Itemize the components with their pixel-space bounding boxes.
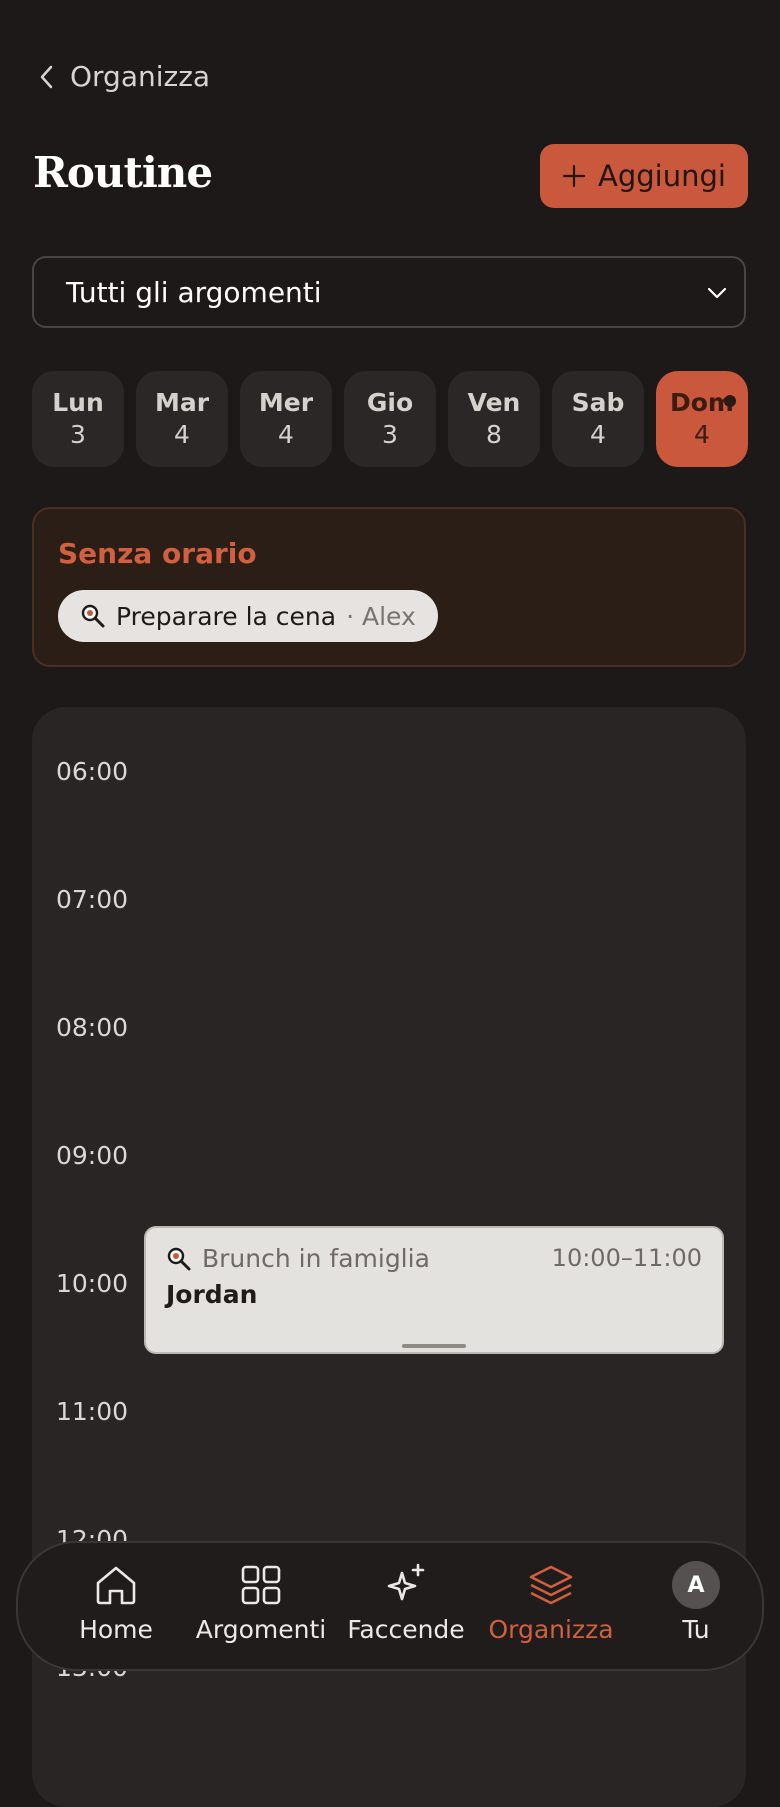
nav-home-label: Home <box>79 1615 153 1644</box>
untimed-section: Senza orario Preparare la cena · Alex <box>32 507 746 667</box>
day-tab-ven[interactable]: Ven 8 <box>448 371 540 467</box>
today-dot <box>724 395 736 407</box>
event-title: Brunch in famiglia <box>202 1244 430 1273</box>
hour-label: 11:00 <box>56 1397 129 1426</box>
nav-organize[interactable]: Organizza <box>481 1561 621 1644</box>
nav-organize-label: Organizza <box>488 1615 614 1644</box>
topic-filter-select[interactable]: Tutti gli argomenti <box>32 256 746 328</box>
day-name: Lun <box>52 388 104 417</box>
day-count: 4 <box>278 420 294 449</box>
bottom-nav: Home Argomenti Faccende Organizza A Tu <box>16 1541 764 1671</box>
add-button-label: Aggiungi <box>598 159 726 193</box>
day-name: Mar <box>154 388 210 417</box>
resize-handle[interactable] <box>402 1344 466 1348</box>
nav-home[interactable]: Home <box>46 1561 186 1644</box>
nav-topics[interactable]: Argomenti <box>191 1561 331 1644</box>
event-time: 10:00–11:00 <box>551 1244 702 1272</box>
hour-label: 06:00 <box>56 757 129 786</box>
back-link[interactable]: Organizza <box>38 60 210 93</box>
event-card[interactable]: Brunch in famiglia 10:00–11:00 Jordan <box>144 1226 724 1354</box>
day-count: 8 <box>486 420 502 449</box>
event-person: Jordan <box>166 1280 258 1309</box>
task-name: Preparare la cena <box>116 601 337 631</box>
day-tab-gio[interactable]: Gio 3 <box>344 371 436 467</box>
day-name: Ven <box>467 388 521 417</box>
layers-icon <box>529 1565 573 1605</box>
day-count: 3 <box>70 420 86 449</box>
sparkles-icon <box>387 1563 425 1601</box>
hour-label: 07:00 <box>56 885 129 914</box>
day-count: 3 <box>382 420 398 449</box>
day-count: 4 <box>590 420 606 449</box>
day-name: Mer <box>258 388 314 417</box>
day-name: Gio <box>366 388 414 417</box>
hour-label: 09:00 <box>56 1141 129 1170</box>
task-assignee: · Alex <box>346 601 416 631</box>
nav-topics-label: Argomenti <box>195 1615 327 1644</box>
event-title-row: Brunch in famiglia <box>166 1244 430 1273</box>
plus-icon <box>562 164 586 188</box>
untimed-task-chip[interactable]: Preparare la cena · Alex <box>58 590 438 642</box>
day-name: Sab <box>571 388 625 417</box>
nav-you-label: Tu <box>682 1615 710 1644</box>
day-tab-lun[interactable]: Lun 3 <box>32 371 124 467</box>
avatar: A <box>672 1561 720 1609</box>
page-title: Routine <box>33 148 213 197</box>
day-tab-mer[interactable]: Mer 4 <box>240 371 332 467</box>
magnifier-icon <box>167 1247 191 1270</box>
day-count: 4 <box>174 420 190 449</box>
day-selector: Lun 3 Mar 4 Mer 4 Gio 3 Ven 8 Sab 4 Dom 4 <box>32 371 748 467</box>
hour-label: 10:00 <box>56 1269 129 1298</box>
hour-label: 08:00 <box>56 1013 129 1042</box>
topic-filter-value: Tutti gli argomenti <box>66 275 322 309</box>
day-tab-mar[interactable]: Mar 4 <box>136 371 228 467</box>
magnifier-icon <box>81 604 105 628</box>
chevron-down-icon <box>707 287 727 299</box>
day-tab-sab[interactable]: Sab 4 <box>552 371 644 467</box>
grid-icon <box>241 1565 281 1605</box>
chevron-left-icon <box>40 65 53 88</box>
nav-chores-label: Faccende <box>347 1615 465 1644</box>
nav-chores[interactable]: Faccende <box>336 1561 476 1644</box>
back-label: Organizza <box>70 60 211 93</box>
day-count: 4 <box>694 420 710 449</box>
day-tab-dom[interactable]: Dom 4 <box>656 371 748 467</box>
nav-you[interactable]: A Tu <box>626 1561 766 1644</box>
untimed-title: Senza orario <box>58 537 257 570</box>
home-icon <box>96 1566 136 1605</box>
add-button[interactable]: Aggiungi <box>540 144 748 208</box>
